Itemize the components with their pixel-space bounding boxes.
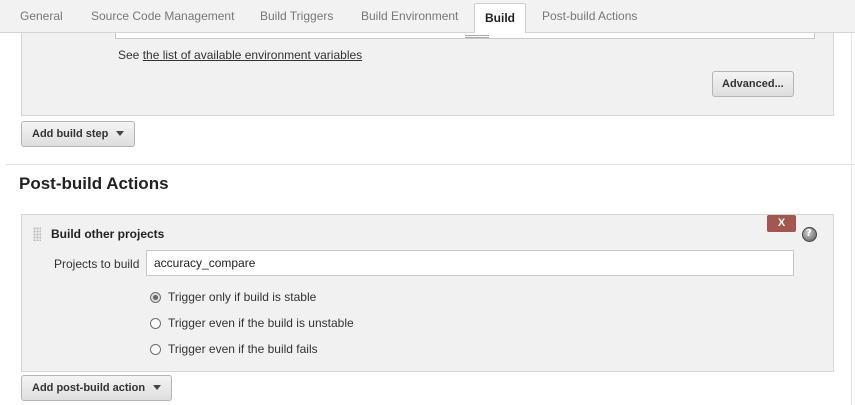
env-variables-prefix: See: [118, 48, 140, 62]
projects-to-build-label: Projects to build: [54, 257, 140, 271]
tab-build-environment[interactable]: Build Environment: [361, 0, 458, 33]
caret-down-icon: [116, 130, 125, 136]
tab-build-triggers[interactable]: Build Triggers: [260, 0, 333, 33]
add-build-step-button[interactable]: Add build step: [21, 121, 136, 147]
textarea-resize-grip-icon[interactable]: [465, 35, 489, 38]
section-divider: [6, 164, 855, 165]
tab-general[interactable]: General: [20, 0, 63, 33]
env-variables-link[interactable]: the list of available environment variab…: [143, 48, 362, 62]
post-build-section-title: Post-build Actions: [19, 174, 169, 193]
config-tab-bar: General Source Code Management Build Tri…: [0, 0, 855, 34]
trigger-unstable-label: Trigger even if the build is unstable: [168, 316, 354, 330]
tab-post-build-actions[interactable]: Post-build Actions: [542, 0, 637, 33]
tab-source-code-management[interactable]: Source Code Management: [91, 0, 234, 33]
advanced-button[interactable]: Advanced...: [712, 71, 794, 97]
trigger-fails-label: Trigger even if the build fails: [168, 342, 318, 356]
build-other-projects-title: Build other projects: [51, 227, 165, 241]
caret-down-icon: [153, 384, 162, 390]
build-other-projects-panel: Build other projects X Projects to build…: [21, 214, 834, 372]
help-icon[interactable]: [802, 227, 817, 242]
radio-trigger-unstable[interactable]: [150, 318, 161, 329]
env-variables-hint: See the list of available environment va…: [118, 48, 362, 62]
radio-trigger-stable[interactable]: [150, 292, 161, 303]
projects-to-build-input[interactable]: [146, 250, 794, 276]
add-post-build-action-button[interactable]: Add post-build action: [21, 375, 173, 401]
scroll-edge: [851, 33, 852, 405]
trigger-stable-label: Trigger only if build is stable: [168, 290, 317, 304]
delete-step-button[interactable]: X: [767, 215, 796, 232]
tab-build[interactable]: Build: [474, 3, 526, 34]
drag-handle-icon[interactable]: [33, 227, 41, 241]
radio-trigger-fails[interactable]: [150, 344, 161, 355]
add-post-build-action-label: Add post-build action: [32, 382, 146, 394]
build-step-panel: See the list of available environment va…: [21, 33, 834, 116]
add-build-step-label: Add build step: [32, 128, 109, 140]
command-textarea[interactable]: [115, 33, 815, 39]
